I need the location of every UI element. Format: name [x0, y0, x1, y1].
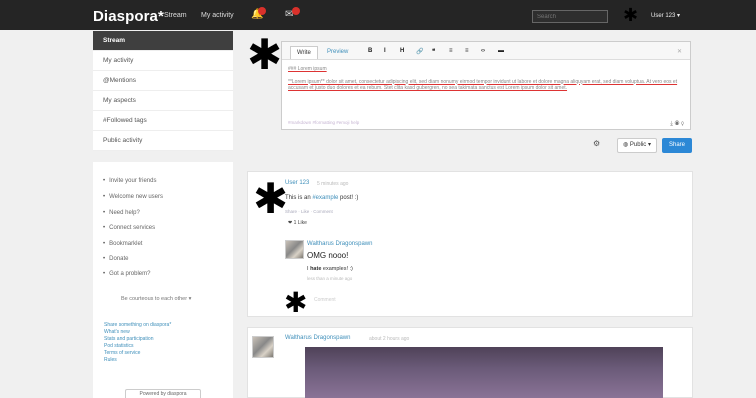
hashtag-link[interactable]: #example	[312, 195, 338, 201]
share-button[interactable]: Share	[662, 138, 692, 153]
user-avatar[interactable]: ✱	[623, 6, 638, 24]
publisher-avatar: ✱	[247, 31, 283, 78]
sidebar-info-box: Invite your friends Welcome new users Ne…	[93, 162, 233, 398]
sidebar-link[interactable]: Connect services	[103, 225, 155, 231]
conversations-button[interactable]: ✉	[285, 7, 300, 20]
sidebar-item-followed-tags[interactable]: #Followed tags	[93, 111, 233, 131]
footer-link[interactable]: Pod statistics	[104, 343, 133, 349]
close-icon[interactable]: ✕	[677, 48, 682, 55]
code-button[interactable]: ‹›	[481, 48, 485, 54]
bold-button[interactable]: B	[368, 48, 372, 54]
top-navigation-bar: Diaspora* Stream My activity 🔔 ✉ ✱ User …	[0, 0, 756, 30]
sidebar-item-public-activity[interactable]: Public activity	[93, 131, 233, 151]
nav-stream[interactable]: Stream	[164, 12, 187, 19]
post-actions[interactable]: Share · Like · Comment	[285, 209, 333, 214]
quote-button[interactable]: ❝	[432, 48, 435, 55]
composer-icons[interactable]: ⤓ ◉ ⚲	[670, 121, 684, 128]
author-avatar[interactable]: ✱	[253, 178, 288, 220]
user-menu[interactable]: User 123 ▾	[651, 12, 680, 19]
post-timestamp[interactable]: about 2 hours ago	[369, 336, 409, 342]
nav-my-activity[interactable]: My activity	[201, 12, 234, 19]
unordered-list-button[interactable]: ≡	[449, 48, 453, 54]
sidebar-link[interactable]: Invite your friends	[103, 178, 156, 184]
sidebar-link[interactable]: Welcome new users	[103, 194, 163, 200]
sidebar-link[interactable]: Need help?	[103, 210, 140, 216]
post-body: This is an #example post! :)	[285, 195, 358, 201]
footer-link[interactable]: Rules	[104, 357, 117, 363]
footer-link[interactable]: Stats and participation	[104, 336, 153, 342]
brand-logo[interactable]: Diaspora*	[93, 8, 164, 25]
sidebar-nav: Stream My activity @Mentions My aspects …	[93, 31, 233, 151]
footer-link[interactable]: Terms of service	[104, 350, 140, 356]
sidebar-link[interactable]: Donate	[103, 256, 128, 262]
italic-button[interactable]: I	[384, 48, 386, 54]
hr-button[interactable]: ▬	[498, 48, 504, 54]
comment-subtext-bold: hate	[310, 266, 322, 272]
post-author[interactable]: User 123	[285, 180, 309, 186]
sidebar-item-mentions[interactable]: @Mentions	[93, 71, 233, 91]
sidebar-item-my-activity[interactable]: My activity	[93, 51, 233, 71]
composer-body-text: **Lorem ipsum** dolor sit amet, consecte…	[288, 78, 678, 92]
post-image[interactable]	[305, 347, 663, 398]
gear-icon[interactable]: ⚙	[593, 139, 600, 148]
notifications-button[interactable]: 🔔	[251, 7, 266, 20]
footer-link[interactable]: Share something on diaspora*	[104, 322, 171, 328]
tab-write[interactable]: Write	[290, 46, 318, 59]
sidebar-item-my-aspects[interactable]: My aspects	[93, 91, 233, 111]
link-button[interactable]: 🔗	[416, 48, 423, 55]
comment-timestamp[interactable]: less than a minute ago	[307, 276, 352, 281]
composer-toolbar: Write Preview B I H 🔗 ❝ ≡ ≡ ‹› ▬ ✕	[282, 42, 690, 60]
composer-heading: ### Lorem ipsum	[288, 66, 327, 72]
comment-subtext: I hate examples! :)	[307, 266, 353, 272]
comment-input[interactable]: Comment	[314, 297, 374, 307]
ordered-list-button[interactable]: ≡	[465, 48, 469, 54]
search-input[interactable]	[532, 10, 608, 23]
comment-author[interactable]: Waltharus Dragonspawn	[307, 241, 372, 247]
stream-post: ✱ User 123 5 minutes ago This is an #exa…	[247, 171, 693, 317]
sidebar-item-stream[interactable]: Stream	[93, 31, 233, 51]
comment-text: OMG nooo!	[307, 251, 349, 260]
post-text-before: This is an	[285, 195, 313, 201]
markdown-hint[interactable]: #markdown #formatting #emoji help	[288, 120, 359, 125]
comment-avatar[interactable]	[285, 240, 304, 259]
commenter-avatar: ✱	[284, 287, 308, 318]
author-avatar[interactable]	[252, 336, 274, 358]
post-text-after: post! :)	[338, 195, 359, 201]
stream-post: Waltharus Dragonspawn about 2 hours ago	[247, 327, 693, 398]
post-composer[interactable]: Write Preview B I H 🔗 ❝ ≡ ≡ ‹› ▬ ✕ ### L…	[281, 41, 691, 130]
footer-link[interactable]: What's new	[104, 329, 130, 335]
conversation-badge	[292, 7, 300, 15]
notification-badge	[258, 7, 266, 15]
community-dropdown[interactable]: Be courteous to each other ▾	[121, 296, 191, 302]
sidebar-link[interactable]: Bookmarklet	[103, 241, 142, 247]
sidebar-link[interactable]: Got a problem?	[103, 271, 150, 277]
composer-textarea[interactable]: ### Lorem ipsum **Lorem ipsum** dolor si…	[288, 66, 682, 92]
comment-subtext-after: examples! :)	[321, 266, 353, 272]
tab-preview[interactable]: Preview	[321, 46, 354, 59]
heading-button[interactable]: H	[400, 48, 404, 54]
post-timestamp[interactable]: 5 minutes ago	[317, 181, 348, 187]
post-author[interactable]: Waltharus Dragonspawn	[285, 335, 350, 341]
powered-by-button[interactable]: Powered by diaspora	[125, 389, 201, 398]
likes-count[interactable]: ❤ 1 Like	[288, 220, 307, 226]
aspect-selector[interactable]: ◍ Public ▾	[617, 138, 657, 153]
